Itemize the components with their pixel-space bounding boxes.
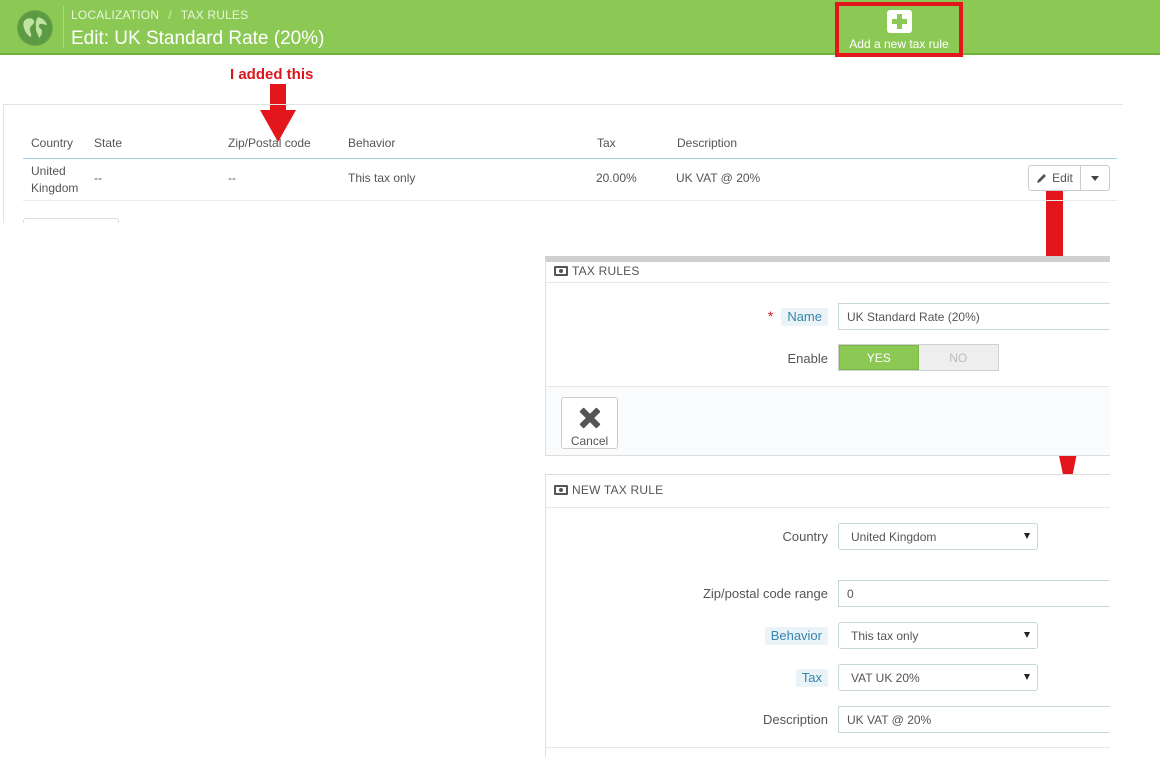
name-label-text: Name [781, 308, 828, 326]
enable-switch[interactable]: YES NO [838, 344, 999, 371]
cell-country-line2: Kingdom [31, 181, 79, 195]
column-header-zip[interactable]: Zip/Postal code [228, 136, 311, 150]
new-tax-rule-panel-heading: NEW TAX RULE [554, 483, 663, 497]
cancel-button-label: Cancel [570, 434, 609, 448]
enable-no-option[interactable]: NO [919, 345, 999, 370]
breadcrumb-tax-rules[interactable]: TAX RULES [181, 8, 249, 22]
zip-range-input[interactable]: 0 [838, 580, 1110, 607]
hidden-button-edge [23, 218, 119, 223]
panel-footer: Cancel [546, 386, 1110, 455]
cell-tax: 20.00% [596, 171, 637, 185]
add-new-tax-rule-button[interactable]: Add a new tax rule [835, 2, 963, 57]
enable-label: Enable [787, 351, 828, 366]
pencil-icon [1037, 174, 1047, 183]
page-header: LOCALIZATION / TAX RULES Edit: UK Standard… [0, 0, 1160, 55]
header-divider [63, 6, 64, 48]
edit-button-label: Edit [1052, 171, 1073, 185]
row-actions: Edit [1028, 165, 1110, 191]
breadcrumb: LOCALIZATION / TAX RULES [71, 8, 248, 22]
column-header-description[interactable]: Description [677, 136, 737, 150]
new-tax-rule-panel: NEW TAX RULE Country United Kingdom Zip/… [545, 474, 1110, 757]
tax-select-value: VAT UK 20% [851, 670, 920, 685]
tax-rules-table: Country State Zip/Postal code Behavior T… [23, 130, 1117, 201]
add-new-tax-rule-label: Add a new tax rule [849, 37, 949, 51]
column-header-state[interactable]: State [94, 136, 122, 150]
country-select-value: United Kingdom [851, 529, 937, 544]
close-icon [580, 408, 600, 428]
breadcrumb-localization[interactable]: LOCALIZATION [71, 8, 159, 22]
tax-rules-heading-text: TAX RULES [572, 264, 640, 278]
panel-divider [546, 507, 1110, 508]
cell-state: -- [94, 171, 102, 185]
tax-label: Tax [746, 669, 828, 687]
behavior-select[interactable]: This tax only [838, 622, 1038, 649]
row-actions-dropdown-button[interactable] [1081, 165, 1110, 191]
plus-icon [886, 10, 912, 33]
edit-button[interactable]: Edit [1028, 165, 1081, 191]
breadcrumb-separator: / [168, 8, 172, 22]
page-title: Edit: UK Standard Rate (20%) [71, 28, 325, 49]
name-label: * Name [756, 308, 828, 326]
money-icon [554, 266, 568, 276]
tax-select[interactable]: VAT UK 20% [838, 664, 1038, 691]
zip-range-label: Zip/postal code range [702, 586, 828, 601]
cell-country: United Kingdom [31, 163, 78, 197]
enable-yes-option[interactable]: YES [839, 345, 919, 370]
cell-country-line1: United [31, 164, 66, 178]
column-header-behavior[interactable]: Behavior [348, 136, 395, 150]
behavior-label: Behavior [726, 627, 828, 645]
name-input[interactable]: UK Standard Rate (20%) [838, 303, 1110, 330]
column-header-country[interactable]: Country [31, 136, 73, 150]
country-select[interactable]: United Kingdom [838, 523, 1038, 550]
dropdown-arrow-icon [1024, 632, 1030, 638]
dropdown-arrow-icon [1024, 533, 1030, 539]
table-header-row: Country State Zip/Postal code Behavior T… [23, 130, 1117, 159]
cell-zip: -- [228, 171, 236, 185]
caret-down-icon [1091, 175, 1099, 181]
panel-divider [546, 282, 1110, 283]
tax-rules-panel-heading: TAX RULES [554, 264, 640, 278]
tax-label-text: Tax [795, 669, 828, 687]
description-input[interactable]: UK VAT @ 20% [838, 706, 1110, 733]
behavior-label-text: Behavior [764, 627, 828, 645]
cancel-button[interactable]: Cancel [561, 397, 618, 449]
annotation-note: I added this [230, 66, 314, 83]
column-header-tax[interactable]: Tax [597, 136, 616, 150]
required-marker: * [767, 308, 774, 324]
dropdown-arrow-icon [1024, 674, 1030, 680]
globe-icon [17, 10, 53, 46]
description-label: Description [762, 712, 828, 727]
money-icon [554, 485, 568, 495]
tax-rules-form-panel: TAX RULES * Name UK Standard Rate (20%) E… [545, 256, 1110, 456]
panel-divider [546, 747, 1110, 748]
cell-behavior: This tax only [348, 171, 416, 185]
country-label: Country [782, 529, 828, 544]
behavior-select-value: This tax only [851, 628, 919, 643]
cell-description: UK VAT @ 20% [676, 171, 761, 185]
new-tax-rule-heading-text: NEW TAX RULE [572, 483, 664, 497]
table-row[interactable]: United Kingdom -- -- This tax only 20.00… [23, 159, 1117, 201]
